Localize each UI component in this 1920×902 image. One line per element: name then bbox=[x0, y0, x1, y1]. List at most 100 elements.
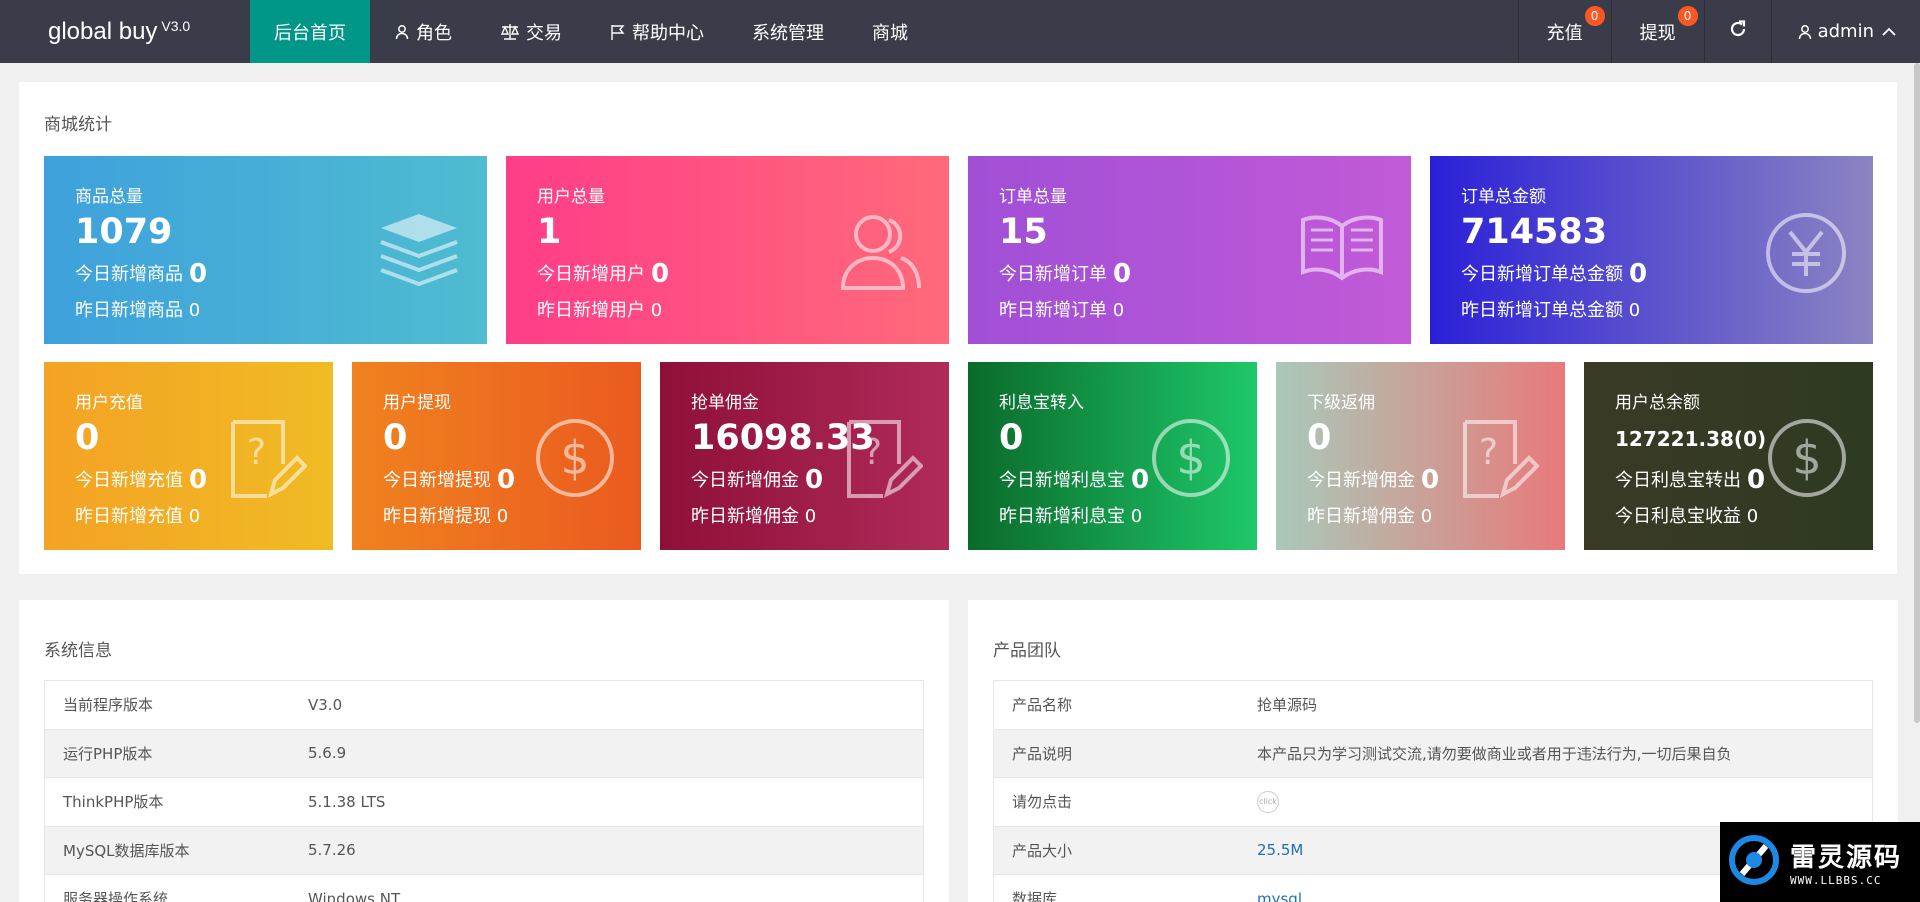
stat-today: 今日新增提现 0 bbox=[383, 465, 516, 495]
stat-yesterday: 昨日新增订单 0 bbox=[999, 300, 1125, 321]
stat-card: 抢单佣金 16098.33 今日新增佣金 0 昨日新增佣金 0? bbox=[660, 362, 949, 550]
stat-card: 利息宝转入 0 今日新增利息宝 0 昨日新增利息宝 0 $ bbox=[968, 362, 1257, 550]
user-icon bbox=[394, 24, 410, 40]
svg-text:$: $ bbox=[1792, 431, 1821, 485]
nav-home[interactable]: 后台首页 bbox=[250, 0, 370, 63]
svg-text:?: ? bbox=[863, 432, 882, 473]
watermark-url: WWW.LLBBS.CC bbox=[1790, 874, 1882, 887]
stat-value: 127221.38(0) bbox=[1615, 427, 1767, 451]
stats-title: 商城统计 bbox=[44, 115, 112, 135]
brand-version: V3.0 bbox=[161, 17, 191, 34]
stat-yesterday: 昨日新增商品 0 bbox=[75, 300, 201, 321]
nav-trade[interactable]: 交易 bbox=[476, 0, 586, 63]
table-row: 产品名称 抢单源码 bbox=[994, 681, 1872, 730]
table-row: 产品说明 本产品只为学习测试交流,请勿要做商业或者用于违法行为,一切后果自负 bbox=[994, 729, 1872, 778]
stat-today: 今日新增利息宝 0 bbox=[999, 465, 1150, 495]
refresh-button[interactable] bbox=[1703, 0, 1771, 63]
stat-today: 今日利息宝转出 0 bbox=[1615, 465, 1766, 495]
watermark: 雷灵源码 WWW.LLBBS.CC bbox=[1720, 822, 1920, 902]
stat-title: 用户充值 bbox=[75, 393, 143, 413]
nav-help[interactable]: 帮助中心 bbox=[586, 0, 728, 63]
note-question-icon: ? bbox=[227, 418, 308, 504]
dollar-icon: $ bbox=[1767, 418, 1847, 502]
stat-title: 用户总量 bbox=[537, 187, 605, 207]
chevron-up-icon bbox=[1882, 27, 1896, 37]
stat-today: 今日新增充值 0 bbox=[75, 465, 208, 495]
recharge-button[interactable]: 充值 0 bbox=[1517, 0, 1611, 63]
yen-icon bbox=[1765, 212, 1847, 298]
nav-role[interactable]: 角色 bbox=[370, 0, 476, 63]
brand-logo[interactable]: global buy V3.0 bbox=[0, 0, 250, 63]
book-icon bbox=[1299, 212, 1385, 286]
table-row: 运行PHP版本 5.6.9 bbox=[45, 729, 923, 778]
header-actions: 充值 0 提现 0 admin bbox=[1517, 0, 1920, 63]
stat-title: 利息宝转入 bbox=[999, 393, 1084, 413]
stat-yesterday: 今日利息宝收益 0 bbox=[1615, 506, 1759, 527]
svg-text:$: $ bbox=[560, 431, 589, 485]
nav-system[interactable]: 系统管理 bbox=[728, 0, 848, 63]
svg-text:?: ? bbox=[247, 432, 266, 473]
stat-card: 用户总量 1 今日新增用户 0 昨日新增用户 0 bbox=[506, 156, 949, 344]
layers-icon bbox=[377, 212, 461, 292]
stat-card: 用户总余额 127221.38(0) 今日利息宝转出 0 今日利息宝收益 0 $ bbox=[1584, 362, 1873, 550]
stat-value: 0 bbox=[999, 418, 1024, 458]
stat-yesterday: 昨日新增利息宝 0 bbox=[999, 506, 1143, 527]
stat-value: 15 bbox=[999, 212, 1048, 252]
table-row: ThinkPHP版本 5.1.38 LTS bbox=[45, 778, 923, 827]
stat-title: 用户总余额 bbox=[1615, 393, 1700, 413]
stat-card: 下级返佣 0 今日新增佣金 0 昨日新增佣金 0? bbox=[1276, 362, 1565, 550]
stat-yesterday: 昨日新增用户 0 bbox=[537, 300, 663, 321]
stat-value: 1 bbox=[537, 212, 562, 252]
stat-title: 用户提现 bbox=[383, 393, 451, 413]
username: admin bbox=[1817, 21, 1874, 42]
stat-today: 今日新增商品 0 bbox=[75, 259, 208, 289]
stat-card: 订单总金额 714583 今日新增订单总金额 0 昨日新增订单总金额 0 bbox=[1430, 156, 1873, 344]
stat-title: 订单总金额 bbox=[1461, 187, 1546, 207]
svg-text:?: ? bbox=[1479, 432, 1498, 473]
stat-title: 订单总量 bbox=[999, 187, 1067, 207]
system-title: 系统信息 bbox=[44, 641, 112, 661]
watermark-logo-icon bbox=[1728, 834, 1780, 890]
stat-value: 1079 bbox=[75, 212, 173, 252]
stat-value: 0 bbox=[75, 418, 100, 458]
system-table: 当前程序版本 V3.0 运行PHP版本 5.6.9 ThinkPHP版本 5.1.38… bbox=[44, 680, 924, 902]
user-icon bbox=[1798, 24, 1812, 40]
stat-today: 今日新增用户 0 bbox=[537, 259, 670, 289]
stat-yesterday: 昨日新增充值 0 bbox=[75, 506, 201, 527]
withdraw-badge: 0 bbox=[1677, 6, 1698, 26]
stat-today: 今日新增订单 0 bbox=[999, 259, 1132, 289]
stat-today: 今日新增佣金 0 bbox=[1307, 465, 1440, 495]
withdraw-button[interactable]: 提现 0 bbox=[1610, 0, 1704, 63]
flag-icon bbox=[610, 24, 626, 40]
svg-text:$: $ bbox=[1176, 431, 1205, 485]
stat-yesterday: 昨日新增佣金 0 bbox=[1307, 506, 1433, 527]
scale-icon bbox=[500, 23, 520, 41]
dollar-icon: $ bbox=[535, 418, 615, 502]
main-nav: 后台首页 角色 交易 帮助中心 系统管理 商城 bbox=[250, 0, 932, 63]
user-menu[interactable]: admin bbox=[1770, 0, 1920, 63]
stat-yesterday: 昨日新增订单总金额 0 bbox=[1461, 300, 1641, 321]
click-badge[interactable]: click bbox=[1257, 791, 1279, 814]
dollar-icon: $ bbox=[1151, 418, 1231, 502]
table-row: 服务器操作系统 Windows NT bbox=[45, 875, 923, 902]
stat-card: 商品总量 1079 今日新增商品 0 昨日新增商品 0 bbox=[44, 156, 487, 344]
team-title: 产品团队 bbox=[993, 641, 1061, 661]
stat-value: 0 bbox=[383, 418, 408, 458]
brand-name: global buy bbox=[48, 17, 158, 45]
nav-mall[interactable]: 商城 bbox=[848, 0, 932, 63]
stat-today: 今日新增订单总金额 0 bbox=[1461, 259, 1648, 289]
table-row: 当前程序版本 V3.0 bbox=[45, 681, 923, 730]
stat-today: 今日新增佣金 0 bbox=[691, 465, 824, 495]
scrollbar[interactable] bbox=[1914, 63, 1920, 723]
stat-card: 用户充值 0 今日新增充值 0 昨日新增充值 0? bbox=[44, 362, 333, 550]
stat-value: 0 bbox=[1307, 418, 1332, 458]
note-question-icon: ? bbox=[1459, 418, 1540, 504]
users-icon bbox=[839, 212, 923, 296]
stat-title: 商品总量 bbox=[75, 187, 143, 207]
stat-value: 714583 bbox=[1461, 212, 1608, 252]
top-header: global buy V3.0 后台首页 角色 交易 帮助中心 系统管理 商城 充… bbox=[0, 0, 1920, 63]
table-row: 请勿点击 click bbox=[994, 778, 1872, 827]
note-question-icon: ? bbox=[843, 418, 924, 504]
stat-yesterday: 昨日新增提现 0 bbox=[383, 506, 509, 527]
recharge-badge: 0 bbox=[1584, 6, 1605, 26]
